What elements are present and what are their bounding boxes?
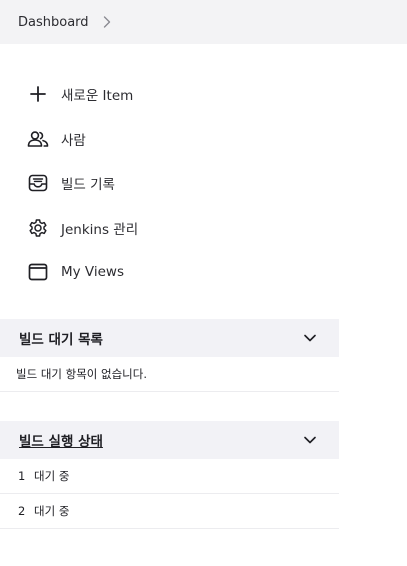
- chevron-down-icon[interactable]: [303, 331, 317, 345]
- breadcrumb-bar: Dashboard: [0, 0, 407, 44]
- chevron-down-icon[interactable]: [303, 433, 317, 447]
- task-new-item[interactable]: 새로운 Item: [0, 72, 407, 117]
- executors-pane: 빌드 실행 상태 1 대기 중 2 대기 중: [0, 421, 339, 529]
- task-my-views[interactable]: My Views: [0, 250, 407, 295]
- task-label: My Views: [61, 264, 124, 281]
- task-label: Jenkins 관리: [61, 221, 139, 238]
- task-manage-jenkins[interactable]: Jenkins 관리: [0, 206, 407, 251]
- window-icon: [26, 260, 50, 284]
- task-label: 빌드 기록: [61, 177, 115, 194]
- executor-number: 1: [18, 469, 26, 483]
- build-queue-header[interactable]: 빌드 대기 목록: [0, 319, 339, 357]
- plus-icon: [26, 82, 50, 106]
- executor-status: 대기 중: [34, 469, 70, 483]
- task-list: 새로운 Item 사람 빌드 기록 Jenkins 관리 My Views: [0, 72, 407, 295]
- build-queue-empty-message: 빌드 대기 항목이 없습니다.: [16, 367, 148, 381]
- breadcrumb-dashboard[interactable]: Dashboard: [18, 15, 89, 30]
- build-queue-empty-row: 빌드 대기 항목이 없습니다.: [0, 357, 339, 392]
- build-queue-pane: 빌드 대기 목록 빌드 대기 항목이 없습니다.: [0, 319, 339, 392]
- inbox-icon: [26, 171, 50, 195]
- build-queue-title: 빌드 대기 목록: [19, 332, 103, 348]
- task-label: 새로운 Item: [61, 88, 134, 105]
- gear-icon: [26, 216, 50, 240]
- executor-row: 2 대기 중: [0, 494, 339, 529]
- task-label: 사람: [61, 132, 86, 149]
- executors-title-link[interactable]: 빌드 실행 상태: [19, 430, 103, 450]
- task-people[interactable]: 사람: [0, 117, 407, 162]
- executor-status: 대기 중: [34, 504, 70, 518]
- people-icon: [26, 127, 50, 151]
- executor-row: 1 대기 중: [0, 459, 339, 494]
- task-build-history[interactable]: 빌드 기록: [0, 161, 407, 206]
- executor-number: 2: [18, 504, 26, 518]
- executors-header[interactable]: 빌드 실행 상태: [0, 421, 339, 459]
- chevron-right-icon[interactable]: [101, 16, 113, 28]
